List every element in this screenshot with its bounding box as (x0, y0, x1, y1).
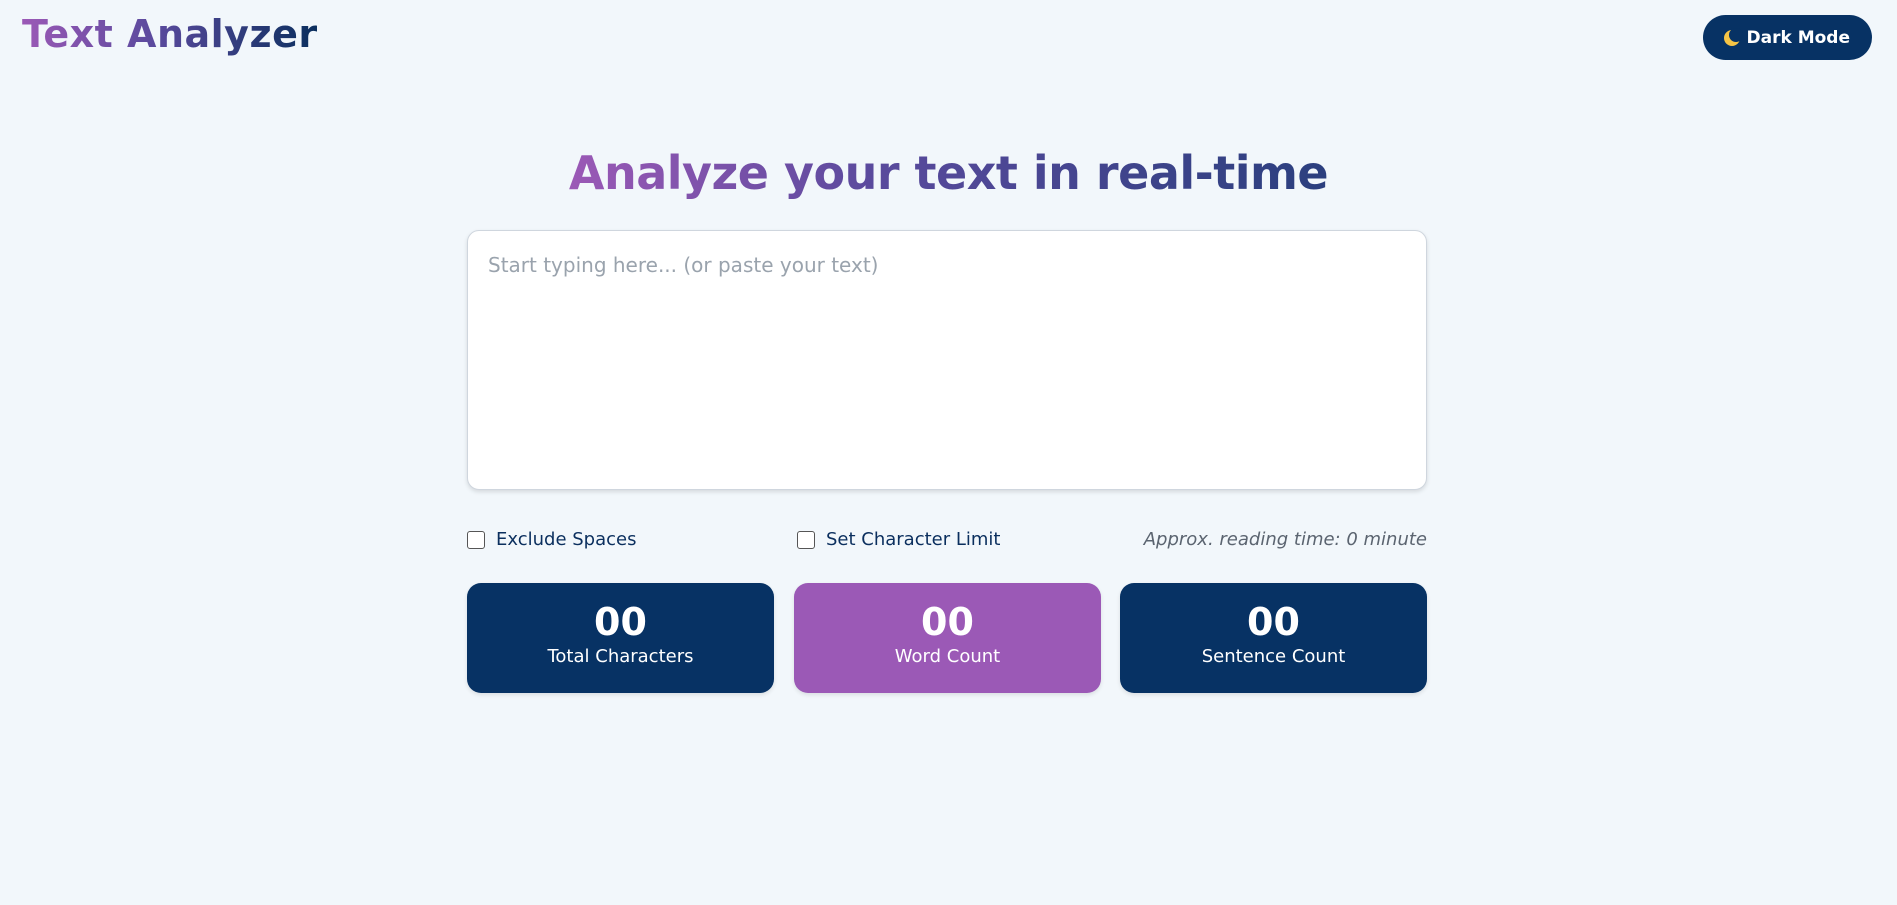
character-limit-option[interactable]: Set Character Limit (797, 529, 1001, 550)
dark-mode-label: Dark Mode (1746, 27, 1851, 48)
sentence-count-card: 00 Sentence Count (1120, 583, 1427, 693)
reading-time: Approx. reading time: 0 minute (1143, 529, 1427, 550)
page-heading-text: Analyze your text in real-time (568, 146, 1329, 200)
moon-icon (1723, 27, 1743, 47)
total-characters-card: 00 Total Characters (467, 583, 774, 693)
sentence-count-value: 00 (1247, 600, 1300, 644)
header: Text Analyzer Dark Mode (0, 0, 1897, 75)
sentence-count-label: Sentence Count (1201, 646, 1346, 667)
text-input[interactable] (467, 230, 1427, 490)
character-limit-checkbox[interactable] (797, 530, 815, 549)
brand-logo: Text Analyzer (22, 12, 318, 56)
total-characters-label: Total Characters (547, 646, 694, 667)
character-limit-label: Set Character Limit (826, 529, 1001, 550)
exclude-spaces-label: Exclude Spaces (496, 529, 637, 550)
exclude-spaces-checkbox[interactable] (467, 530, 485, 549)
word-count-value: 00 (921, 600, 974, 644)
total-characters-value: 00 (594, 600, 647, 644)
options-row: Exclude Spaces Set Character Limit Appro… (467, 525, 1427, 555)
dark-mode-toggle-button[interactable]: Dark Mode (1702, 15, 1872, 60)
page-heading: Analyze your text in real-time (0, 146, 1897, 200)
word-count-label: Word Count (894, 646, 1001, 667)
exclude-spaces-option[interactable]: Exclude Spaces (467, 529, 636, 550)
stats-cards: 00 Total Characters 00 Word Count 00 Sen… (467, 583, 1427, 693)
word-count-card: 00 Word Count (794, 583, 1101, 693)
